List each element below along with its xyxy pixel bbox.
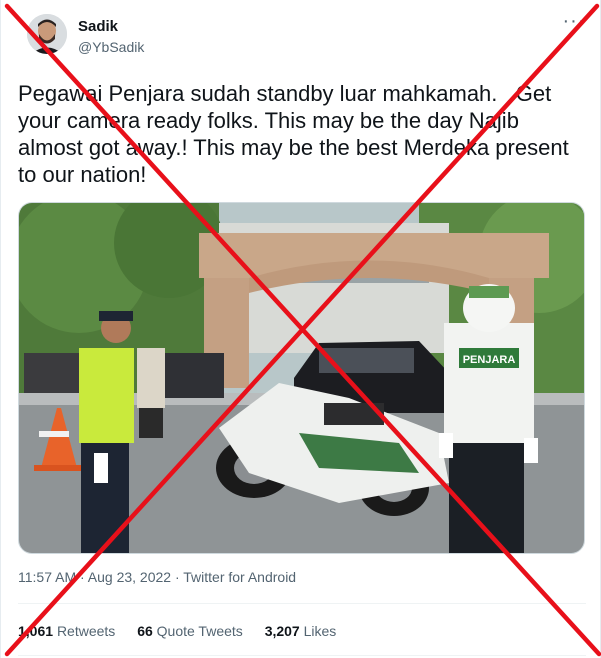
retweets-count: 1,061 [18,623,54,639]
tweet-timestamp[interactable]: 11:57 AM · Aug 23, 2022 · Twitter for An… [18,569,296,585]
divider [18,603,586,604]
photo-scene: PENJARA [19,203,584,553]
tweet-card: Sadik @YbSadik ··· Pegawai Penjara sudah… [0,0,601,658]
tweet-header: Sadik @YbSadik ··· [18,11,588,64]
quote-tweets-stat[interactable]: 66 Quote Tweets [137,623,243,639]
vest-text: PENJARA [463,354,516,366]
tweet-text: Pegawai Penjara sudah standby luar mahka… [18,81,575,187]
retweets-stat[interactable]: 1,061 Retweets [18,623,115,639]
author-handle[interactable]: @YbSadik [78,39,144,55]
tweet-photo[interactable]: PENJARA [18,202,585,554]
avatar[interactable] [27,14,67,54]
more-horizontal-icon[interactable]: ··· [560,11,588,36]
divider-bottom [18,655,586,656]
likes-label: Likes [303,623,337,639]
likes-count: 3,207 [264,623,300,639]
likes-stat[interactable]: 3,207 Likes [265,623,337,639]
quote-tweets-count: 66 [137,623,153,639]
retweets-label: Retweets [56,623,116,639]
engagement-stats: 1,061 Retweets 66 Quote Tweets 3,207 Lik… [18,623,354,639]
author-name[interactable]: Sadik [78,18,118,35]
avatar-image [27,14,67,54]
quote-tweets-label: Quote Tweets [156,623,243,639]
